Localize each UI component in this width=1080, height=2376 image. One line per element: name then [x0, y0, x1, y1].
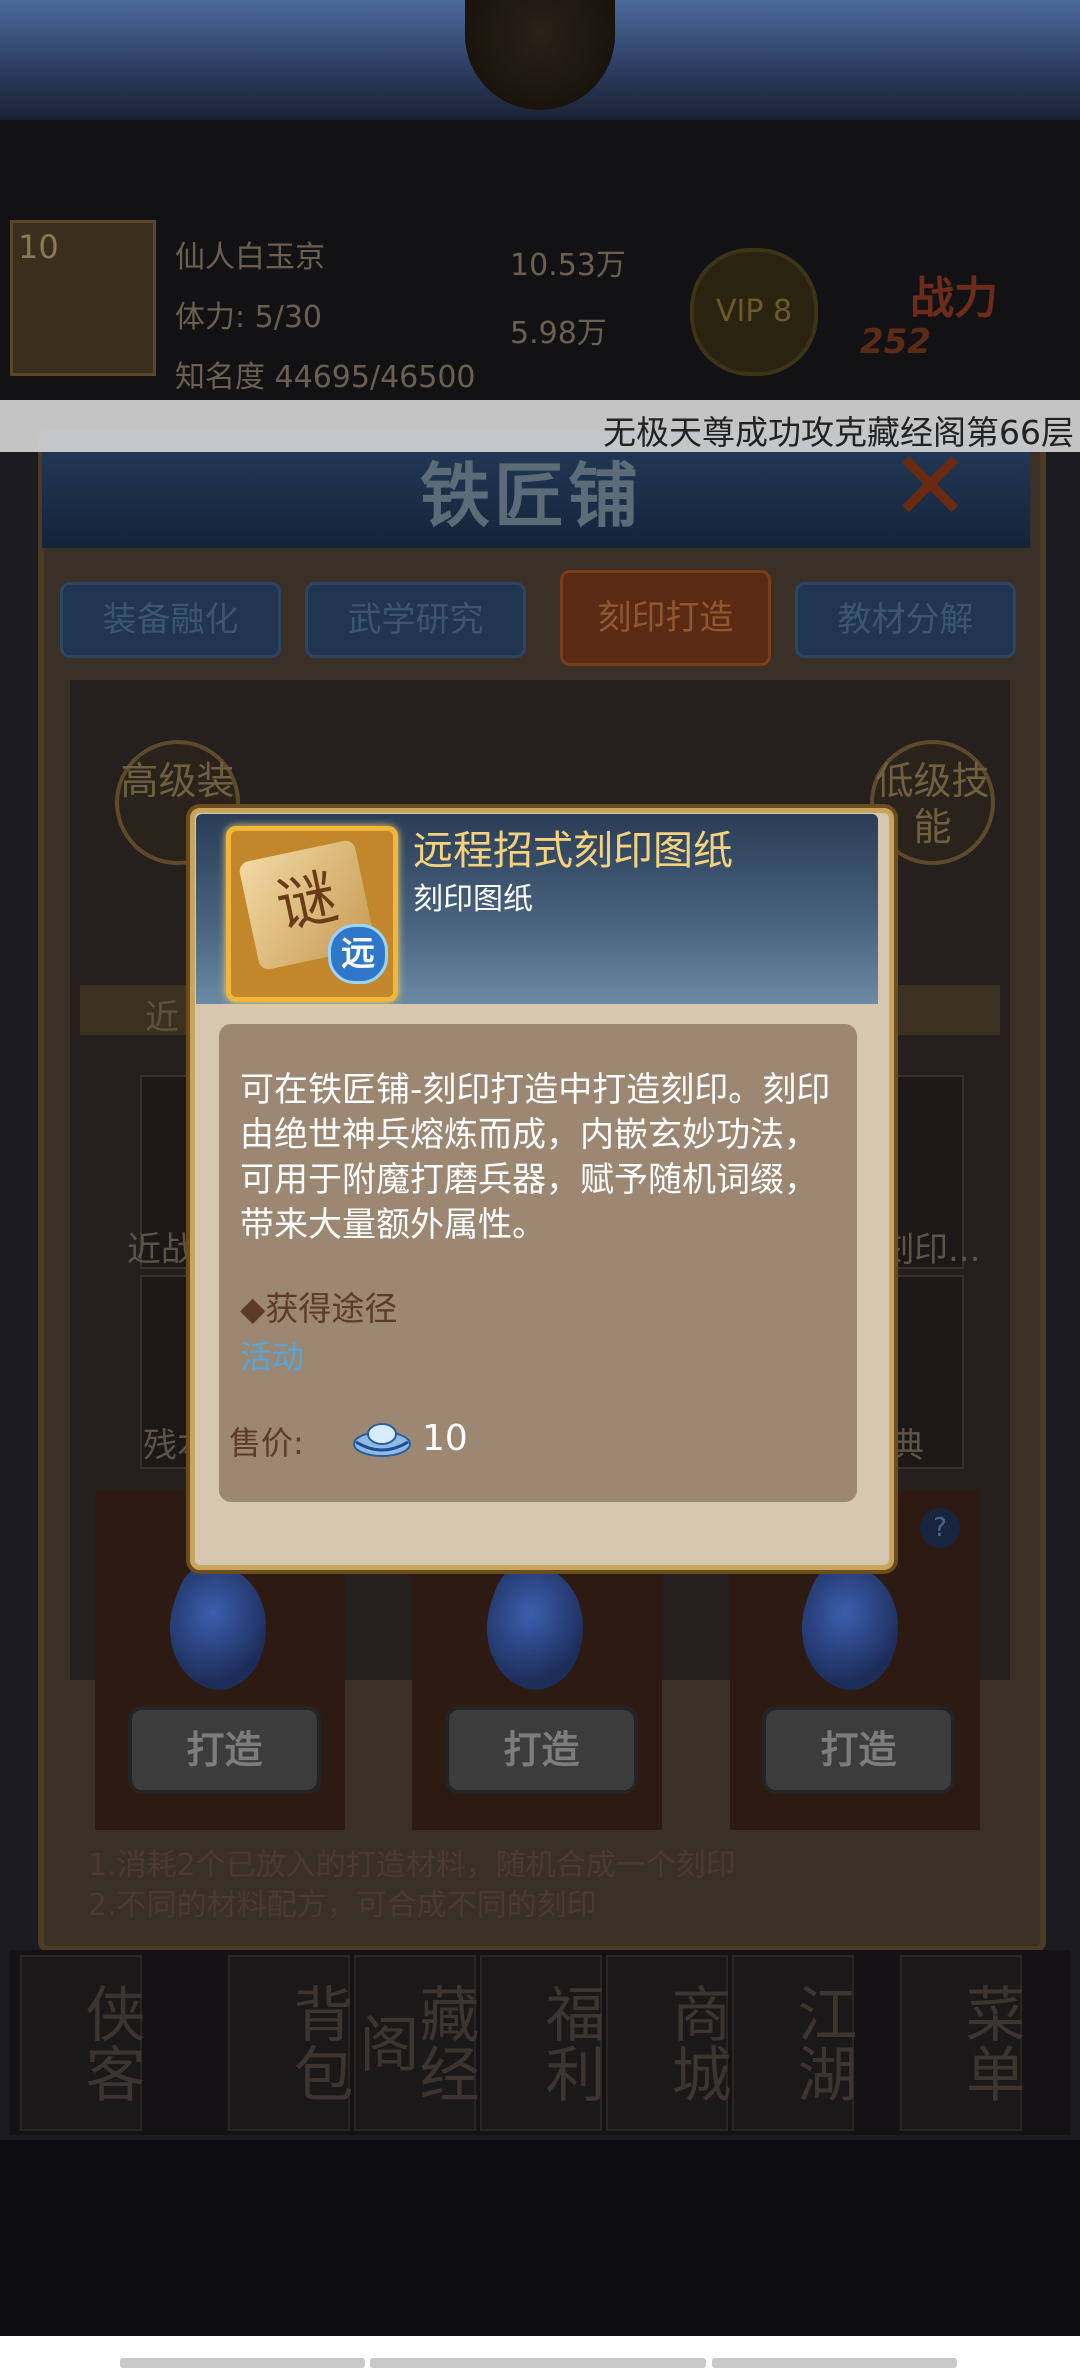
slot-label: 近战 — [127, 1230, 195, 1270]
power-value: 252 — [860, 322, 931, 362]
nav-pill[interactable] — [712, 2358, 957, 2368]
nav-jianghu[interactable]: 江湖 — [732, 1955, 857, 2131]
vip-badge[interactable]: VIP 8 — [690, 248, 818, 376]
price-label: 售价: — [229, 1424, 304, 1462]
nav-pill[interactable] — [120, 2358, 365, 2368]
ranged-badge: 远 — [328, 924, 388, 984]
nav-menu[interactable]: 菜单 — [900, 1955, 1025, 2131]
nav-pill[interactable] — [370, 2358, 706, 2368]
slot-label: 典 — [890, 1426, 924, 1466]
category-band-label: 近 — [145, 998, 179, 1038]
bottom-area — [0, 2140, 1080, 2336]
nav-shop[interactable]: 商城 — [606, 1955, 731, 2131]
silver-ingot-icon — [353, 1423, 411, 1457]
panel-title: 铁匠铺 — [420, 455, 642, 537]
silver-amount: 10.53万 — [510, 248, 626, 283]
forge-button[interactable]: 打造 — [128, 1706, 321, 1794]
forge-tip: 2.不同的材料配方，可合成不同的刻印 — [88, 1888, 597, 1923]
forge-button[interactable]: 打造 — [762, 1706, 955, 1794]
system-nav-bar — [0, 2336, 1080, 2376]
nav-hero[interactable]: 侠客 — [20, 1955, 145, 2131]
tab-material-decompose[interactable]: 教材分解 — [795, 582, 1016, 658]
nav-backpack[interactable]: 背包 — [228, 1955, 353, 2131]
tab-martial-research[interactable]: 武学研究 — [305, 582, 526, 658]
nav-welfare[interactable]: 福利 — [480, 1955, 605, 2131]
player-level: 10 — [18, 228, 59, 266]
stamina-value: 体力: 5/30 — [175, 300, 323, 335]
nav-library[interactable]: 藏经阁 — [349, 1955, 479, 2131]
tab-equipment-fuse[interactable]: 装备融化 — [60, 582, 281, 658]
forge-tip: 1.消耗2个已放入的打造材料，随机合成一个刻印 — [88, 1848, 736, 1883]
slot-label: 刻印... — [880, 1230, 981, 1270]
source-activity-link[interactable]: 活动 — [240, 1332, 304, 1378]
forge-button[interactable]: 打造 — [445, 1706, 638, 1794]
source-heading: ◆获得途径 — [240, 1289, 398, 1328]
power-label: 战力 — [910, 273, 998, 324]
player-name: 仙人白玉京 — [175, 240, 325, 275]
item-type: 刻印图纸 — [413, 882, 533, 917]
help-icon[interactable]: ? — [920, 1508, 960, 1548]
announcement-text: 无极天尊成功攻克藏经阁第66层 — [603, 413, 1074, 452]
price-value: 10 — [422, 1418, 468, 1459]
item-title: 远程招式刻印图纸 — [413, 828, 733, 874]
item-description: 可在铁匠铺-刻印打造中打造刻印。刻印由绝世神兵熔炼而成，内嵌玄妙功法，可用于附魔… — [240, 1070, 831, 1245]
tab-engrave-forge[interactable]: 刻印打造 — [560, 570, 771, 666]
fame-value: 知名度 44695/46500 — [175, 360, 476, 395]
gold-amount: 5.98万 — [510, 316, 607, 351]
